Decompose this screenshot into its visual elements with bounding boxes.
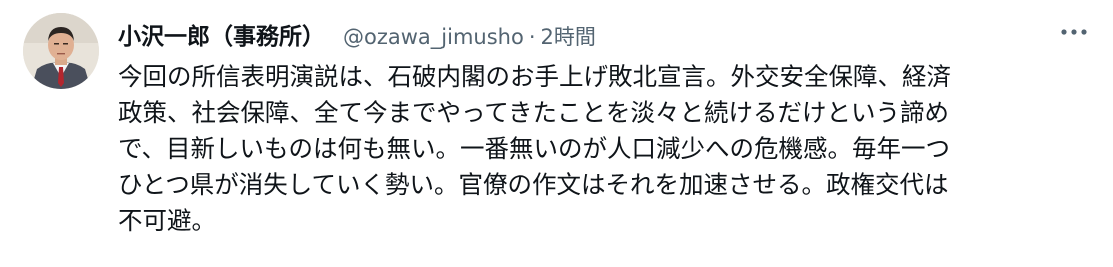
more-horizontal-icon[interactable]: [1057, 20, 1091, 44]
user-handle[interactable]: @ozawa_jimusho: [343, 25, 524, 49]
avatar[interactable]: [23, 13, 99, 89]
tweet-content: 小沢一郎（事務所） @ozawa_jimusho · 2時間 今回の所信表明演説…: [118, 17, 1093, 239]
tweet-card[interactable]: 小沢一郎（事務所） @ozawa_jimusho · 2時間 今回の所信表明演説…: [0, 0, 1113, 267]
tweet-header: 小沢一郎（事務所） @ozawa_jimusho · 2時間: [118, 17, 1093, 51]
tweet-text: 今回の所信表明演説は、石破内閣のお手上げ敗北宣言。外交安全保障、経済 政策、社会…: [118, 62, 951, 235]
display-name[interactable]: 小沢一郎（事務所）: [118, 17, 325, 51]
avatar-image: [23, 13, 99, 89]
separator-dot: ·: [528, 25, 536, 49]
timestamp[interactable]: 2時間: [541, 21, 596, 51]
